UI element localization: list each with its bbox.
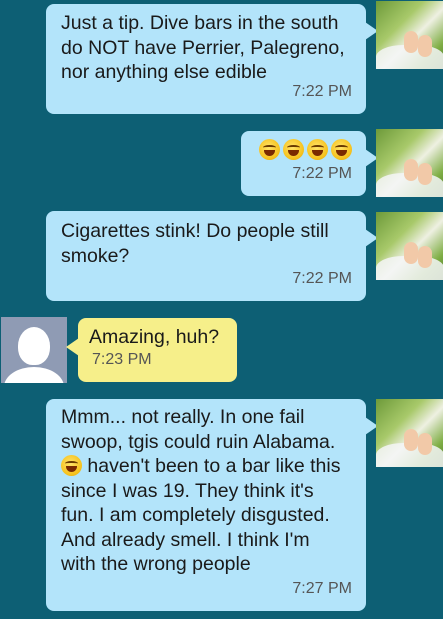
message-line: swoop, tgis could ruin Alabama. <box>61 430 336 453</box>
avatar-photo-detail <box>404 429 418 451</box>
message-text: Amazing, huh? <box>89 326 220 348</box>
message-bubble-outgoing[interactable]: Just a tip. Dive bars in the south do NO… <box>46 4 378 114</box>
laughing-face-icon <box>307 139 328 160</box>
avatar-photo-detail <box>404 242 418 264</box>
message-line: Mmm... not really. In one fail <box>61 406 305 428</box>
emoji-row <box>259 139 352 160</box>
message-timestamp: 7:22 PM <box>292 82 352 100</box>
avatar-photo-detail <box>404 31 418 53</box>
message-bubble-outgoing[interactable]: Cigarettes stink! Do people still smoke?… <box>46 211 378 301</box>
user-avatar[interactable] <box>376 212 443 280</box>
message-timestamp: 7:22 PM <box>292 164 352 182</box>
user-avatar[interactable] <box>376 1 443 69</box>
laughing-face-icon <box>331 139 352 160</box>
laughing-face-icon <box>61 455 82 476</box>
laughing-face-icon <box>283 139 304 160</box>
contact-avatar[interactable] <box>1 317 67 383</box>
message-text: Cigarettes stink! Do people still smoke? <box>61 220 329 267</box>
avatar-silhouette <box>18 327 50 365</box>
message-line: haven't been to a bar like this <box>82 455 341 477</box>
laughing-face-icon <box>259 139 280 160</box>
message-bubble-outgoing[interactable]: 7:22 PM <box>241 131 378 196</box>
message-text: Mmm... not really. In one fail swoop, tg… <box>61 405 351 577</box>
avatar-photo-detail <box>404 159 418 181</box>
message-bubble-outgoing[interactable]: Mmm... not really. In one fail swoop, tg… <box>46 399 378 611</box>
user-avatar[interactable] <box>376 399 443 467</box>
message-timestamp: 7:22 PM <box>292 269 352 287</box>
message-bubble-incoming[interactable]: Amazing, huh? 7:23 PM <box>66 318 237 382</box>
user-avatar[interactable] <box>376 129 443 197</box>
avatar-silhouette <box>4 367 64 383</box>
message-text: Just a tip. Dive bars in the south do NO… <box>61 12 345 83</box>
message-line: since I was 19. They think it's fun. I a… <box>61 479 330 576</box>
message-timestamp: 7:27 PM <box>292 579 352 597</box>
message-timestamp: 7:23 PM <box>92 350 152 368</box>
